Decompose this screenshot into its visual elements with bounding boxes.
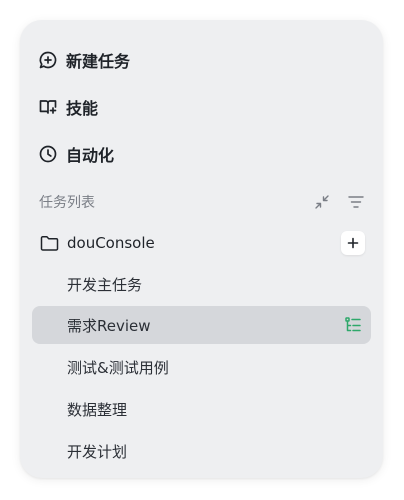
task-item[interactable]: 测试&测试用例 [32,348,371,386]
task-list-title: 任务列表 [39,195,95,211]
task-label: 需求Review [67,316,151,335]
task-label: 测试&测试用例 [67,358,169,377]
filter-icon[interactable] [347,193,365,211]
task-item[interactable]: 开发计划 [32,432,371,470]
clock-icon [38,144,58,164]
collapse-icon[interactable] [313,193,331,211]
task-label: 开发主任务 [67,275,143,294]
task-item[interactable]: 开发主任务 [32,265,371,303]
folder-name: douConsole [67,234,155,252]
task-list-header-actions [313,193,365,211]
book-icon [38,97,58,117]
chat-plus-icon [38,50,58,70]
task-label: 数据整理 [67,400,128,419]
new-task-button[interactable]: 新建任务 [38,46,130,74]
skills-button[interactable]: 技能 [38,93,98,121]
plus-icon [347,237,359,249]
task-label: 开发计划 [67,442,128,461]
folder-douconsole[interactable]: douConsole [39,230,365,256]
automation-button[interactable]: 自动化 [38,140,114,168]
new-task-label: 新建任务 [66,52,131,71]
task-item[interactable]: 数据整理 [32,390,371,428]
folder-icon [39,233,59,253]
skills-label: 技能 [66,99,99,118]
automation-label: 自动化 [66,146,115,165]
checklist-icon[interactable] [343,315,363,335]
task-list-header: 任务列表 [39,191,365,213]
sidebar-panel: 新建任务 技能 自动化 任务列表 douConsole 开发主任务 需求Revi… [20,20,383,478]
add-task-button[interactable] [341,231,365,255]
task-item-selected[interactable]: 需求Review [32,306,371,344]
